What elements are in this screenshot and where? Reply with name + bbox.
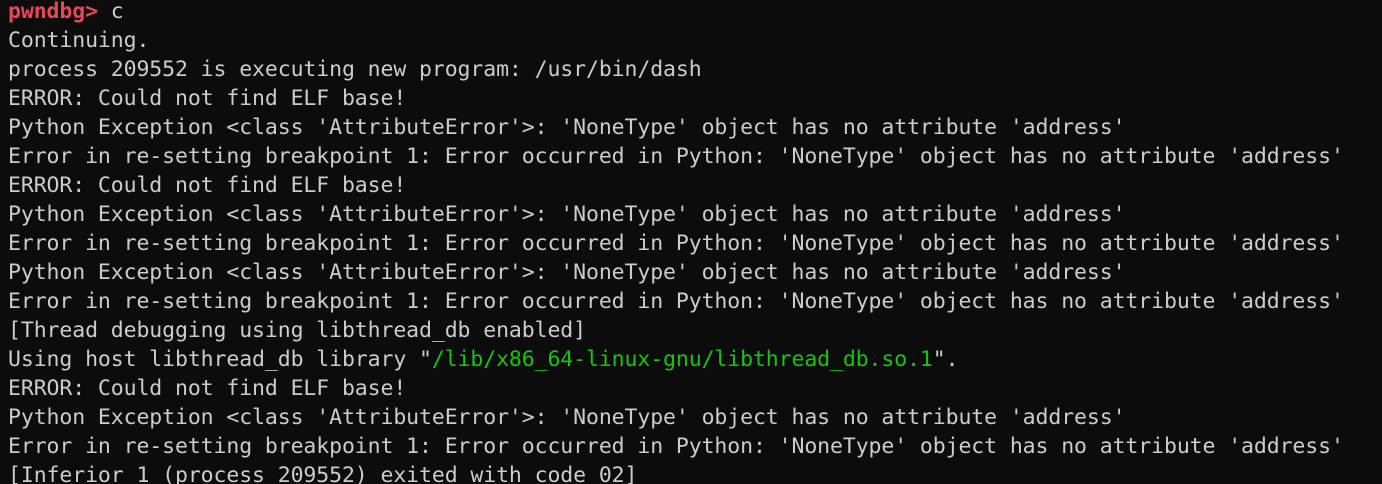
output-line: Error in re-setting breakpoint 1: Error … — [8, 144, 1344, 169]
output-line: Error in re-setting breakpoint 1: Error … — [8, 231, 1344, 256]
output-line: Error in re-setting breakpoint 1: Error … — [8, 434, 1344, 459]
output-line: Python Exception <class 'AttributeError'… — [8, 260, 1126, 285]
output-line: ERROR: Could not find ELF base! — [8, 86, 407, 111]
terminal-output: pwndbg> c Continuing. process 209552 is … — [8, 0, 1344, 484]
pwndbg-prompt: pwndbg> — [8, 0, 111, 24]
output-line: [Inferior 1 (process 209552) exited with… — [8, 463, 638, 484]
libthread-suffix: ". — [932, 347, 959, 372]
output-line: Continuing. — [8, 28, 150, 53]
prompt-line: pwndbg> c — [8, 0, 1344, 26]
output-line: Python Exception <class 'AttributeError'… — [8, 405, 1126, 430]
libthread-line: Using host libthread_db library "/lib/x8… — [8, 345, 1344, 374]
output-line: ERROR: Could not find ELF base! — [8, 376, 407, 401]
terminal-window[interactable]: pwndbg> c Continuing. process 209552 is … — [0, 0, 1382, 484]
output-line: Python Exception <class 'AttributeError'… — [8, 202, 1126, 227]
libthread-path: /lib/x86_64-linux-gnu/libthread_db.so.1 — [431, 347, 933, 372]
output-line: [Thread debugging using libthread_db ena… — [8, 318, 586, 343]
output-line: process 209552 is executing new program:… — [8, 57, 702, 82]
output-line: ERROR: Could not find ELF base! — [8, 173, 407, 198]
output-line: Python Exception <class 'AttributeError'… — [8, 115, 1126, 140]
output-line: Error in re-setting breakpoint 1: Error … — [8, 289, 1344, 314]
libthread-prefix: Using host libthread_db library " — [8, 347, 432, 372]
entered-command: c — [110, 0, 124, 24]
